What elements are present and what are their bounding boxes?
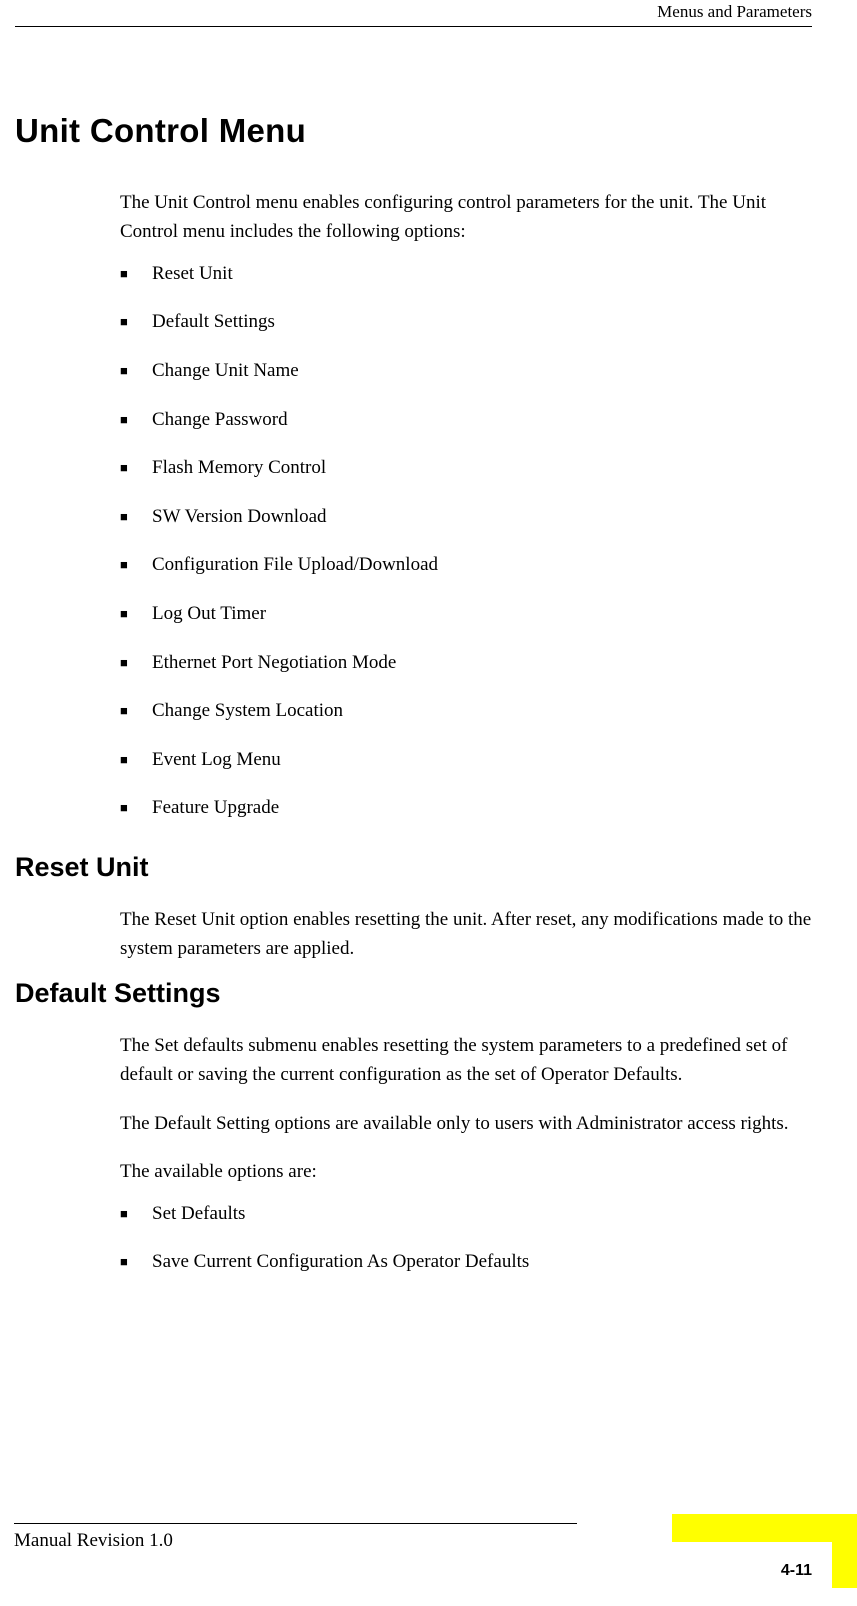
list-item: Reset Unit [120,261,817,288]
section-paragraph: The Default Setting options are availabl… [120,1109,812,1138]
footer-highlight-tab [832,1542,857,1588]
section-paragraph: The Reset Unit option enables resetting … [120,905,812,964]
list-item: Change Unit Name [120,358,817,385]
footer-rule [14,1523,577,1524]
list-item: Feature Upgrade [120,795,817,822]
list-item: Ethernet Port Negotiation Mode [120,650,817,677]
list-item: Change System Location [120,698,817,725]
section-paragraph: The Set defaults submenu enables resetti… [120,1031,812,1090]
section-heading-default-settings: Default Settings [15,978,817,1009]
list-item: Save Current Configuration As Operator D… [120,1249,817,1276]
default-settings-options-list: Set Defaults Save Current Configuration … [120,1201,817,1276]
list-item: Event Log Menu [120,747,817,774]
list-item: Configuration File Upload/Download [120,552,817,579]
list-item: SW Version Download [120,504,817,531]
header-rule [15,26,812,27]
list-item: Default Settings [120,309,817,336]
footer-revision: Manual Revision 1.0 [14,1530,173,1551]
page-title: Unit Control Menu [15,112,817,150]
list-item: Log Out Timer [120,601,817,628]
intro-paragraph: The Unit Control menu enables configurin… [120,188,812,247]
header-section-title: Menus and Parameters [40,0,817,26]
footer-highlight-bar [672,1514,857,1542]
footer: Manual Revision 1.0 4-11 [0,1482,857,1552]
section-paragraph: The available options are: [120,1157,812,1186]
list-item: Flash Memory Control [120,455,817,482]
main-options-list: Reset Unit Default Settings Change Unit … [120,261,817,822]
footer-page-number: 4-11 [781,1562,812,1580]
section-heading-reset-unit: Reset Unit [15,852,817,883]
list-item: Change Password [120,407,817,434]
list-item: Set Defaults [120,1201,817,1228]
